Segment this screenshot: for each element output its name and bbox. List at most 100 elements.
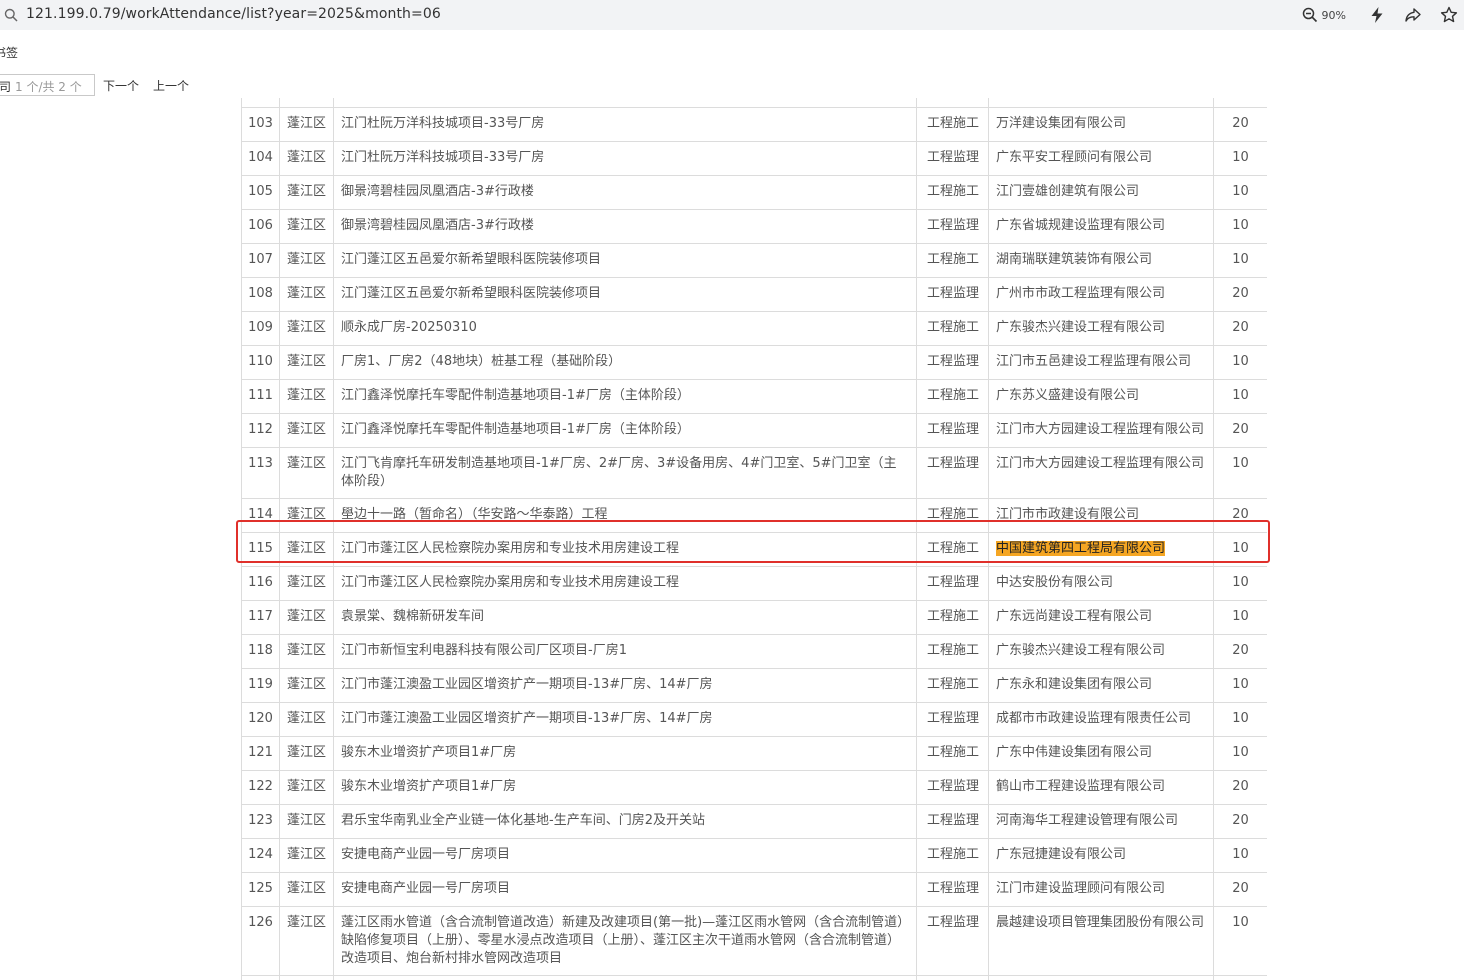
company-name-cell: 广东永和建设集团有限公司 (988, 667, 1214, 703)
share-icon[interactable] (1404, 6, 1422, 24)
project-name-cell: 江门市蓬江澳盈工业园区增资扩产一期项目-13#厂房、14#厂房 (333, 667, 917, 703)
table-cell (1213, 98, 1267, 108)
find-prev-button[interactable]: 上一个 (153, 77, 189, 94)
district-cell: 蓬江区 (279, 974, 334, 980)
company-name-cell: 广东骏杰兴建设工程有限公司 (988, 633, 1214, 669)
project-name-cell: 安捷电商产业园一号厂房项目 (333, 837, 917, 873)
company-name-cell: 广东平安工程顾问有限公司 (988, 140, 1214, 176)
search-match-highlight: 中国建筑第四工程局有限公司 (996, 540, 1166, 556)
work-type-cell: 工程监理 (916, 871, 989, 907)
company-name-cell: 广东苏义盛建设有限公司 (988, 378, 1214, 414)
project-name-cell: 江门市蓬江澳盈工业园区增资扩产一期项目-13#厂房、14#厂房 (333, 701, 917, 737)
score-cell: 20 (1213, 276, 1267, 312)
work-type-cell: 工程监理 (916, 446, 989, 499)
company-name-cell: 广东重工建设监理有限公司 (988, 974, 1214, 980)
find-input[interactable]: 司 1 个/共 2 个 (0, 74, 95, 96)
attendance-table: 103 蓬江区 江门杜阮万洋科技城项目-33号厂房 工程施工 万洋建设集团有限公司 20 1… (241, 98, 1267, 980)
row-number: 118 (241, 633, 280, 669)
table-row: 104 蓬江区 江门杜阮万洋科技城项目-33号厂房 工程监理 广东平安工程顾问有限公司 1… (241, 140, 1267, 176)
project-name-cell: 御景湾碧桂园凤凰酒店-3#行政楼 (333, 174, 917, 210)
company-name-cell: 江门市五邑建设工程监理有限公司 (988, 344, 1214, 380)
table-cell (916, 98, 989, 108)
score-cell: 10 (1213, 446, 1267, 499)
district-cell: 蓬江区 (279, 310, 334, 346)
row-number: 103 (241, 106, 280, 142)
project-name-cell: 御景湾碧桂园凤凰酒店-3#行政楼 (333, 208, 917, 244)
url-field[interactable]: 121.199.0.79/workAttendance/list?year=20… (26, 6, 441, 22)
score-cell: 10 (1213, 242, 1267, 278)
zoom-indicator[interactable]: 90% (1302, 7, 1346, 23)
district-cell: 蓬江区 (279, 735, 334, 771)
table-row: 114 蓬江区 壆边十一路（暂命名）（华安路～华泰路）工程 工程施工 江门市市政建设有限… (241, 497, 1267, 533)
row-number: 105 (241, 174, 280, 210)
district-cell: 蓬江区 (279, 412, 334, 448)
row-number: 120 (241, 701, 280, 737)
table-row: 123 蓬江区 君乐宝华南乳业全产业链一体化基地-生产车间、门房2及开关站 工程监理河… (241, 803, 1267, 839)
score-cell: 10 (1213, 378, 1267, 414)
row-number: 104 (241, 140, 280, 176)
table-row: 125 蓬江区 安捷电商产业园一号厂房项目 工程监理 江门市建设监理顾问有限公司 20 (241, 871, 1267, 907)
company-name-cell: 广东远尚建设工程有限公司 (988, 599, 1214, 635)
lightning-icon[interactable] (1368, 6, 1386, 24)
bookmark-folder[interactable]: 书签 (0, 44, 18, 61)
work-type-cell: 工程监理 (916, 344, 989, 380)
work-type-cell: 工程施工 (916, 497, 989, 533)
work-type-cell: 工程监理 (916, 140, 989, 176)
company-name-cell: 湖南瑞联建筑装饰有限公司 (988, 242, 1214, 278)
district-cell: 蓬江区 (279, 344, 334, 380)
company-name-cell: 江门壹雄创建筑有限公司 (988, 174, 1214, 210)
district-cell: 蓬江区 (279, 174, 334, 210)
work-type-cell: 工程施工 (916, 667, 989, 703)
work-type-cell: 工程施工 (916, 633, 989, 669)
project-name-cell: 安捷电商产业园一号厂房项目 (333, 871, 917, 907)
score-cell: 10 (1213, 905, 1267, 976)
work-type-cell: 工程监理 (916, 412, 989, 448)
project-name-cell: 江门鑫泽悦摩托车零配件制造基地项目-1#厂房（主体阶段） (333, 378, 917, 414)
star-icon[interactable] (1440, 6, 1458, 24)
work-type-cell: 工程施工 (916, 106, 989, 142)
table-row: 110 蓬江区 厂房1、厂房2（48地块）桩基工程（基础阶段） 工程监理 江门市五邑建设… (241, 344, 1267, 380)
table-row: 116 蓬江区 江门市蓬江区人民检察院办案用房和专业技术用房建设工程 工程监理 中达安股… (241, 565, 1267, 601)
company-name-cell: 河南海华工程建设管理有限公司 (988, 803, 1214, 839)
company-name-cell: 江门市市政建设有限公司 (988, 497, 1214, 533)
company-name-cell: 江门市大方园建设工程监理有限公司 (988, 412, 1214, 448)
district-cell: 蓬江区 (279, 378, 334, 414)
table-row: 111 蓬江区 江门鑫泽悦摩托车零配件制造基地项目-1#厂房（主体阶段） 工程施工 广东… (241, 378, 1267, 414)
table-cell (988, 98, 1214, 108)
table-row: 112 蓬江区 江门鑫泽悦摩托车零配件制造基地项目-1#厂房（主体阶段） 工程监理 江门… (241, 412, 1267, 448)
company-name-cell: 广州市市政工程监理有限公司 (988, 276, 1214, 312)
table-row: 122 蓬江区 骏东木业增资扩产项目1#厂房 工程监理 鹤山市工程建设监理有限公司 20 (241, 769, 1267, 805)
work-type-cell: 工程施工 (916, 310, 989, 346)
row-number: 125 (241, 871, 280, 907)
table-row: 106 蓬江区 御景湾碧桂园凤凰酒店-3#行政楼 工程监理 广东省城规建设监理有限公司 1… (241, 208, 1267, 244)
district-cell: 蓬江区 (279, 837, 334, 873)
company-name-cell: 晨越建设项目管理集团股份有限公司 (988, 905, 1214, 976)
row-number: 127 (241, 974, 280, 980)
work-type-cell: 工程监理 (916, 803, 989, 839)
row-number: 126 (241, 905, 280, 976)
row-number: 113 (241, 446, 280, 499)
find-next-button[interactable]: 下一个 (103, 77, 139, 94)
district-cell: 蓬江区 (279, 905, 334, 976)
score-cell: 10 (1213, 174, 1267, 210)
score-cell: 20 (1213, 803, 1267, 839)
work-type-cell: 工程监理 (916, 974, 989, 980)
table-row: 119 蓬江区 江门市蓬江澳盈工业园区增资扩产一期项目-13#厂房、14#厂房 工程施… (241, 667, 1267, 703)
district-cell: 蓬江区 (279, 140, 334, 176)
work-type-cell: 工程监理 (916, 905, 989, 976)
find-bar: 司 1 个/共 2 个 下一个 上一个 (0, 72, 1464, 98)
table-row: 127蓬江区江门保利瑞悦7#楼、8#楼、9#楼、地下室E区工程监理广东重工建设监… (241, 974, 1267, 980)
table-row: 117 蓬江区 袁景棠、魏棉新研发车间 工程施工 广东远尚建设工程有限公司 10 (241, 599, 1267, 635)
row-number: 107 (241, 242, 280, 278)
project-name-cell: 君乐宝华南乳业全产业链一体化基地-生产车间、门房2及开关站 (333, 803, 917, 839)
row-number: 123 (241, 803, 280, 839)
table-row: 126 蓬江区 蓬江区雨水管道（含合流制管道改造）新建及改建项目(第一批)—蓬江区雨… (241, 905, 1267, 976)
district-cell: 蓬江区 (279, 106, 334, 142)
district-cell: 蓬江区 (279, 446, 334, 499)
score-cell: 20 (1213, 769, 1267, 805)
table-row: 115 蓬江区 江门市蓬江区人民检察院办案用房和专业技术用房建设工程 工程施工 中国建筑… (241, 531, 1267, 567)
project-name-cell: 袁景棠、魏棉新研发车间 (333, 599, 917, 635)
score-cell: 10 (1213, 735, 1267, 771)
district-cell: 蓬江区 (279, 497, 334, 533)
project-name-cell: 江门市蓬江区人民检察院办案用房和专业技术用房建设工程 (333, 565, 917, 601)
